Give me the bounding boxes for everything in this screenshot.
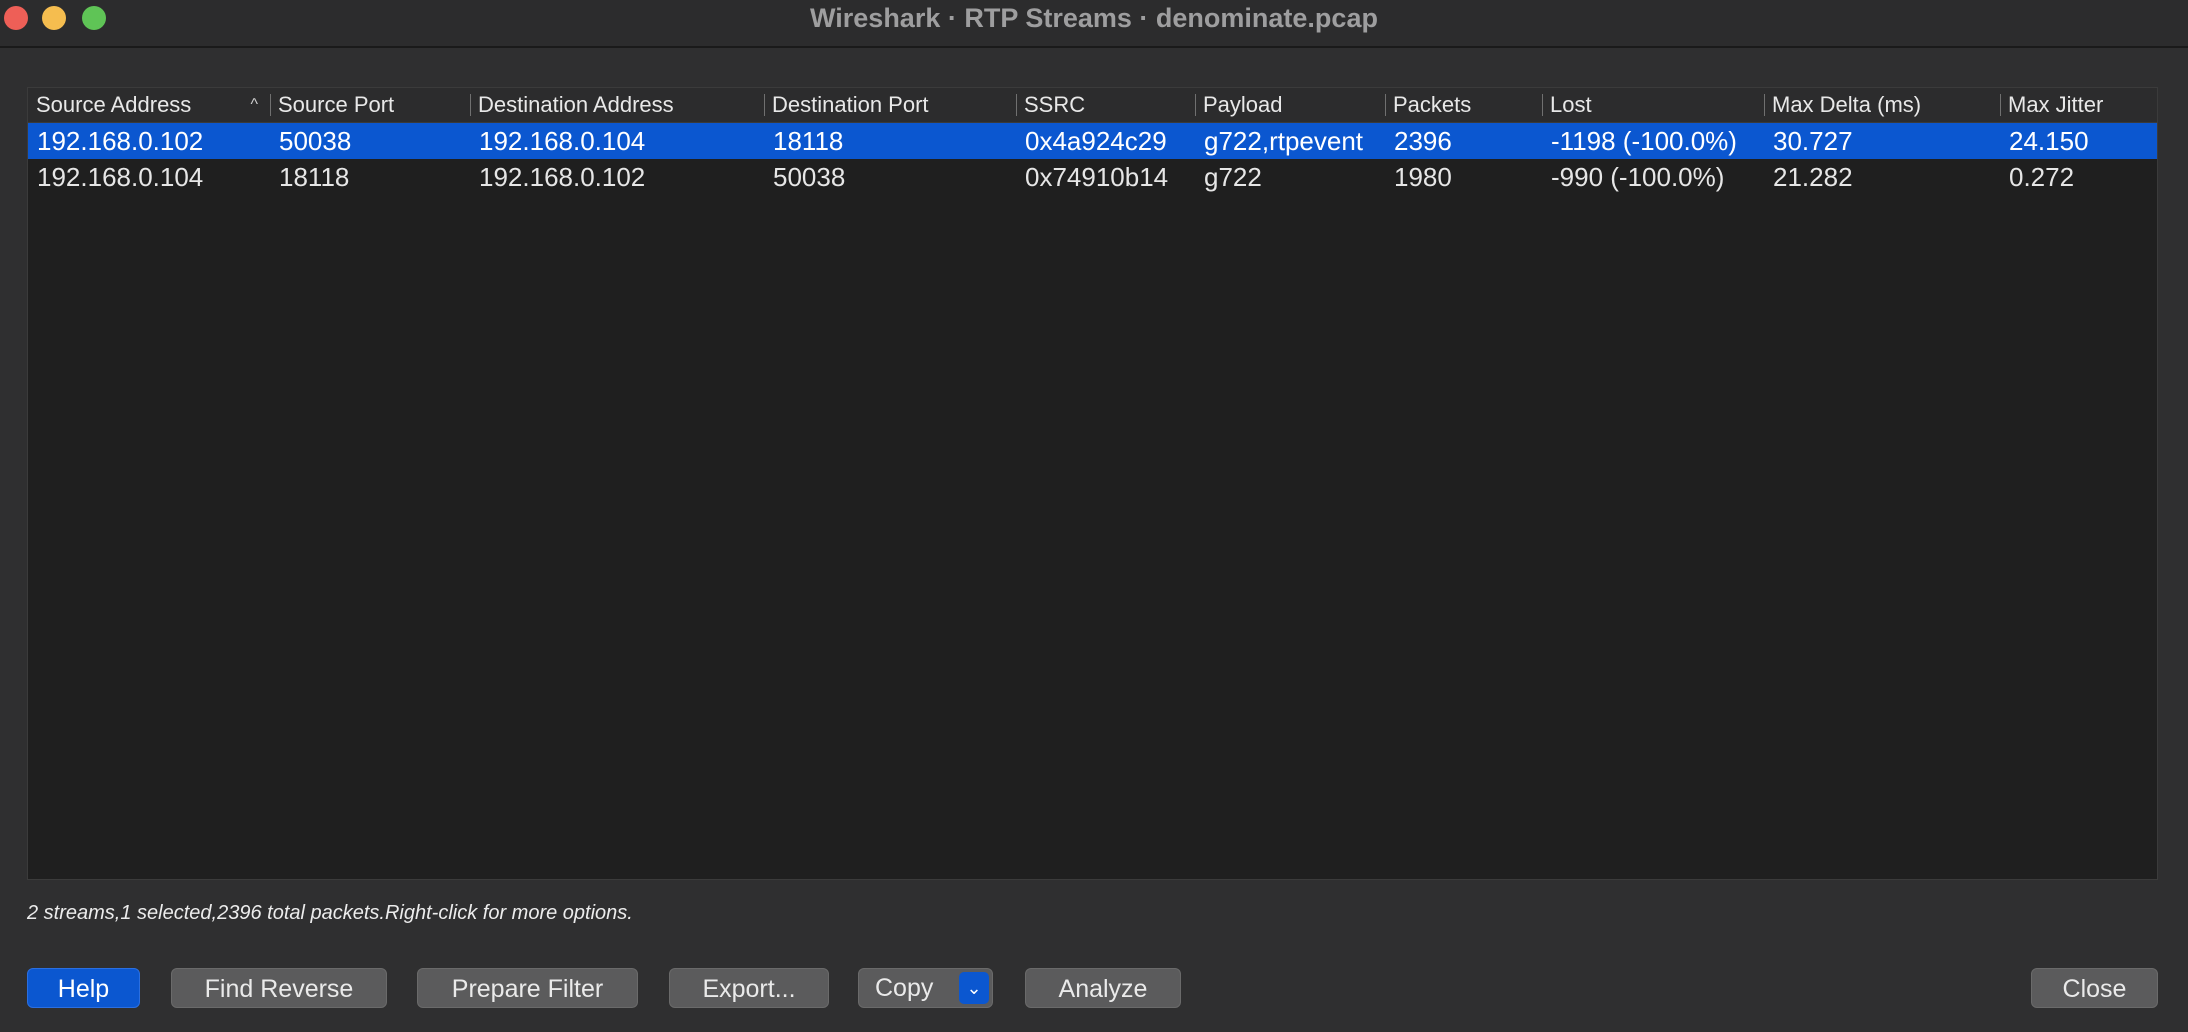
find-reverse-button[interactable]: Find Reverse — [171, 968, 387, 1008]
cell-max-jitter: 0.272 — [2009, 162, 2075, 192]
column-header-source-address[interactable]: Source Address ^ — [28, 88, 270, 122]
column-header-payload[interactable]: Payload — [1195, 88, 1385, 122]
table-header: Source Address ^ Source Port Destination… — [28, 88, 2157, 123]
rtp-streams-table[interactable]: Source Address ^ Source Port Destination… — [27, 87, 2158, 880]
cell-destination-port: 18118 — [773, 126, 844, 156]
cell-source-port: 50038 — [279, 126, 352, 156]
cell-ssrc: 0x74910b14 — [1025, 162, 1169, 192]
column-header-max-jitter[interactable]: Max Jitter — [2000, 88, 2157, 122]
column-header-source-port[interactable]: Source Port — [270, 88, 470, 122]
cell-max-jitter: 24.150 — [2009, 126, 2089, 156]
analyze-button[interactable]: Analyze — [1025, 968, 1181, 1008]
close-button[interactable]: Close — [2031, 968, 2158, 1008]
table-row[interactable]: 192.168.0.102 50038 192.168.0.104 18118 … — [28, 123, 2157, 159]
help-button[interactable]: Help — [27, 968, 140, 1008]
chevron-down-icon[interactable]: ⌄ — [959, 972, 989, 1004]
cell-destination-port: 50038 — [773, 162, 846, 192]
column-header-packets[interactable]: Packets — [1385, 88, 1542, 122]
cell-payload: g722,rtpevent — [1204, 126, 1364, 156]
column-header-destination-address[interactable]: Destination Address — [470, 88, 764, 122]
status-text: 2 streams,1 selected,2396 total packets.… — [27, 902, 633, 924]
cell-destination-address: 192.168.0.102 — [479, 162, 646, 192]
column-header-destination-port[interactable]: Destination Port — [764, 88, 1016, 122]
window-title: Wireshark · RTP Streams · denominate.pca… — [810, 3, 1378, 33]
export-button[interactable]: Export... — [669, 968, 829, 1008]
cell-destination-address: 192.168.0.104 — [479, 126, 646, 156]
sort-ascending-icon: ^ — [250, 96, 258, 113]
cell-source-address: 192.168.0.104 — [37, 162, 204, 192]
cell-source-address: 192.168.0.102 — [37, 126, 204, 156]
copy-button[interactable]: Copy ⌄ — [858, 968, 993, 1008]
copy-button-label: Copy — [875, 974, 934, 1002]
column-header-lost[interactable]: Lost — [1542, 88, 1764, 122]
cell-payload: g722 — [1204, 162, 1262, 192]
column-header-ssrc[interactable]: SSRC — [1016, 88, 1195, 122]
prepare-filter-button[interactable]: Prepare Filter — [417, 968, 638, 1008]
title-bar: Wireshark · RTP Streams · denominate.pca… — [0, 0, 2188, 48]
cell-lost: -1198 (-100.0%) — [1551, 126, 1737, 156]
cell-max-delta: 21.282 — [1773, 162, 1853, 192]
table-row[interactable]: 192.168.0.104 18118 192.168.0.102 50038 … — [28, 159, 2157, 195]
cell-packets: 1980 — [1394, 162, 1452, 192]
cell-max-delta: 30.727 — [1773, 126, 1853, 156]
cell-lost: -990 (-100.0%) — [1551, 162, 1725, 192]
cell-source-port: 18118 — [279, 162, 350, 192]
column-header-max-delta[interactable]: Max Delta (ms) — [1764, 88, 2000, 122]
cell-packets: 2396 — [1394, 126, 1452, 156]
cell-ssrc: 0x4a924c29 — [1025, 126, 1167, 156]
